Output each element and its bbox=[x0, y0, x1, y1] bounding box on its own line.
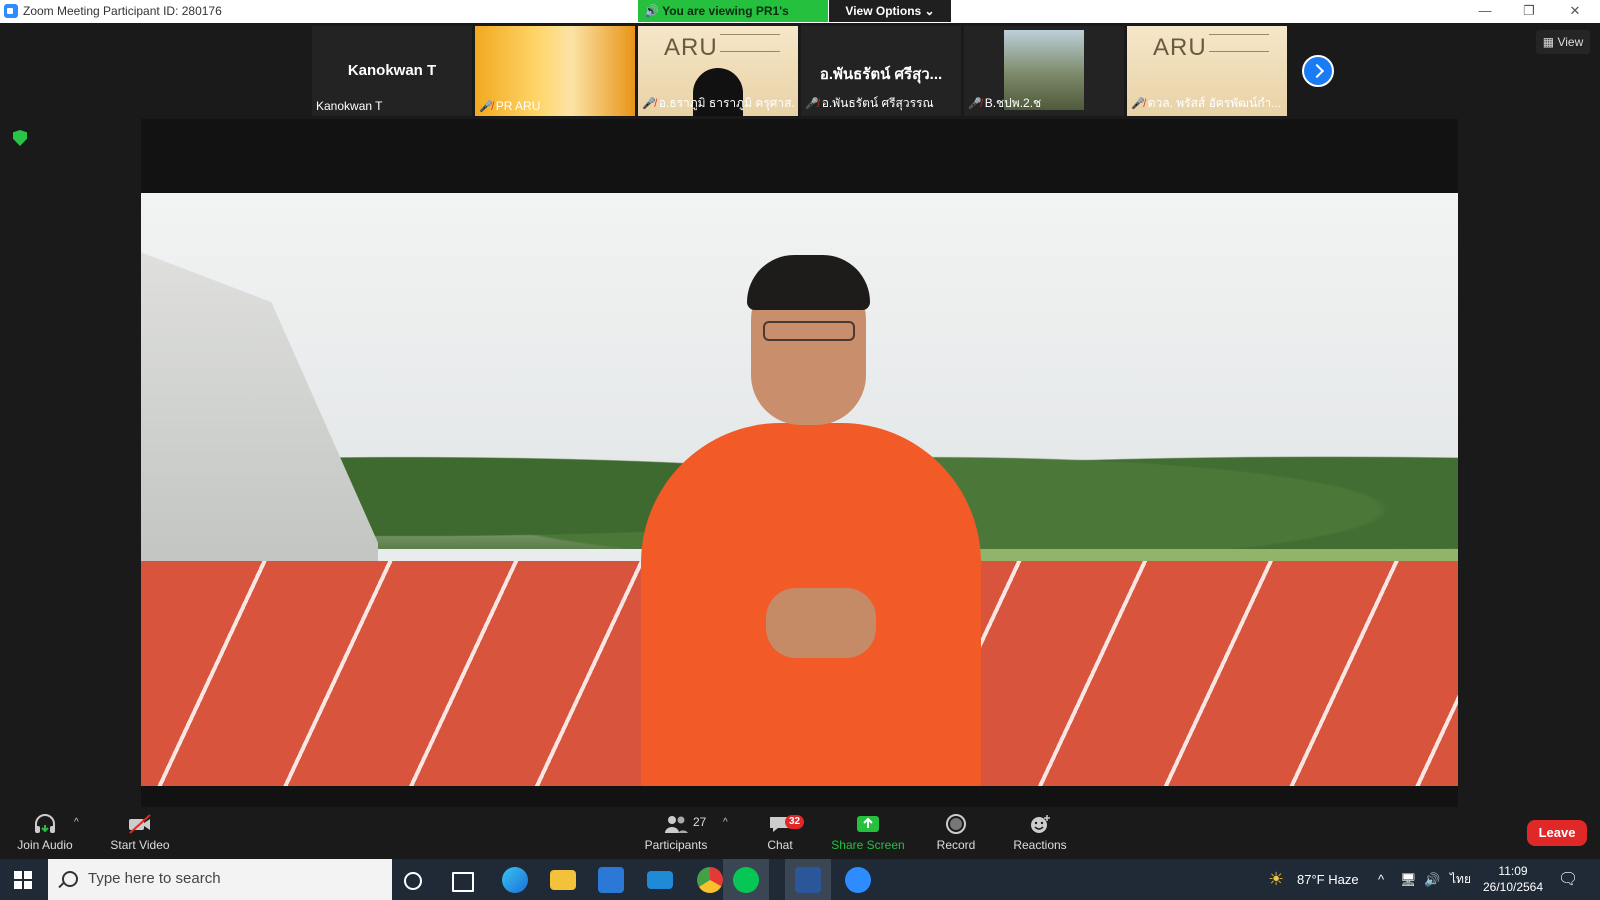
thumbnail-active-speaker[interactable]: ARU 🎤̸ อ.ธราภูมิ ธาราภูมิ ครุศาส... bbox=[638, 26, 798, 116]
participants-icon: 27 bbox=[663, 813, 706, 835]
zoom-app-icon bbox=[4, 4, 18, 18]
chrome-browser-icon[interactable] bbox=[697, 867, 723, 893]
chat-button[interactable]: 32 Chat bbox=[740, 807, 820, 859]
view-layout-button[interactable]: ▦ View bbox=[1536, 30, 1590, 54]
video-presenter-hands bbox=[766, 588, 876, 658]
thumbnail-label: อ.พันธรัตน์ ศรีสุวรรณ bbox=[821, 96, 934, 110]
notifications-icon[interactable]: 🗨 bbox=[1558, 859, 1578, 900]
record-button[interactable]: Record bbox=[916, 807, 996, 859]
shared-video-frame bbox=[141, 193, 1458, 786]
join-audio-label: Join Audio bbox=[17, 838, 73, 852]
window-title: Zoom Meeting Participant ID: 280176 bbox=[23, 4, 222, 18]
close-button[interactable]: ✕ bbox=[1560, 2, 1590, 20]
search-icon bbox=[62, 871, 78, 887]
poster-subtitle-lines bbox=[720, 34, 780, 52]
meeting-toolbar: Join Audio ^ Start Video 27 Participants… bbox=[0, 807, 1600, 859]
thumbnail-kanokwan[interactable]: Kanokwan T Kanokwan T bbox=[312, 26, 472, 116]
search-placeholder: Type here to search bbox=[88, 870, 221, 887]
muted-mic-icon: 🎤̸ bbox=[968, 98, 982, 110]
record-label: Record bbox=[936, 838, 976, 852]
weather-text[interactable]: 87°F Haze bbox=[1297, 859, 1359, 900]
windows-taskbar: Type here to search ☀ 87°F Haze ^ 🖥 🔊 ไท… bbox=[0, 859, 1600, 900]
muted-mic-icon: 🎤̸ bbox=[1131, 98, 1145, 110]
record-icon bbox=[943, 813, 969, 835]
chat-unread-badge: 32 bbox=[785, 815, 805, 829]
thumbnail-label: PR ARU bbox=[495, 99, 541, 113]
participants-count: 27 bbox=[693, 815, 707, 829]
restore-button[interactable]: ❐ bbox=[1514, 2, 1544, 20]
start-video-button[interactable]: Start Video bbox=[100, 807, 180, 859]
taskbar-clock[interactable]: 11:09 26/10/2564 bbox=[1478, 863, 1548, 895]
participants-label: Participants bbox=[644, 838, 708, 852]
reactions-button[interactable]: Reactions bbox=[1000, 807, 1080, 859]
thumbnail-label: ดวล. พรัสส์ อัครพัฒน์กำ... bbox=[1147, 96, 1282, 110]
windows-start-icon[interactable] bbox=[14, 871, 32, 889]
muted-mic-icon: 🎤̸ bbox=[805, 98, 819, 110]
thumbnail-label: Kanokwan T bbox=[316, 99, 383, 113]
muted-mic-icon: 🎤̸ bbox=[479, 101, 493, 113]
smiley-icon bbox=[1027, 813, 1053, 835]
share-screen-icon bbox=[855, 813, 881, 835]
grid-icon: ▦ bbox=[1542, 35, 1558, 49]
start-video-label: Start Video bbox=[110, 838, 170, 852]
weather-sun-icon: ☀ bbox=[1268, 869, 1285, 889]
line-app-icon[interactable] bbox=[733, 867, 759, 893]
network-icon[interactable]: 🖥 bbox=[1400, 859, 1417, 900]
encryption-shield-icon[interactable] bbox=[13, 130, 27, 146]
reactions-label: Reactions bbox=[1013, 838, 1067, 852]
share-screen-button[interactable]: Share Screen bbox=[828, 807, 908, 859]
chat-icon: 32 bbox=[767, 813, 805, 835]
file-explorer-icon[interactable] bbox=[550, 870, 576, 890]
speaker-icon: 🔊 bbox=[644, 4, 659, 18]
participants-options-caret-icon[interactable]: ^ bbox=[723, 817, 728, 828]
thumbnail-center-name: อ.พันธรัตน์ ศรีสุว... bbox=[819, 66, 943, 83]
edge-browser-icon[interactable] bbox=[502, 867, 528, 893]
aru-logo-text: ARU bbox=[1153, 34, 1207, 61]
zoom-taskbar-icon[interactable] bbox=[845, 867, 871, 893]
viewing-screen-banner: 🔊 You are viewing PR1's screen bbox=[638, 0, 828, 40]
taskbar-search-box[interactable]: Type here to search bbox=[48, 859, 392, 900]
tray-chevron-up-icon[interactable]: ^ bbox=[1378, 859, 1384, 900]
participant-thumbnail-strip: Kanokwan T Kanokwan T 🎤̸ PR ARU ARU 🎤̸ อ.ธ… bbox=[312, 26, 1336, 116]
volume-icon[interactable]: 🔊 bbox=[1424, 859, 1440, 900]
thumbnail-soldier[interactable]: 🎤̸ B.ชปพ.2.ช bbox=[964, 26, 1124, 116]
chat-label: Chat bbox=[767, 838, 793, 852]
minimize-button[interactable]: — bbox=[1470, 2, 1500, 20]
aru-logo-text: ARU bbox=[664, 34, 718, 61]
join-audio-button[interactable]: Join Audio bbox=[8, 807, 82, 859]
input-language[interactable]: ไทย bbox=[1450, 859, 1471, 900]
task-view-icon[interactable] bbox=[452, 872, 474, 892]
cortana-icon[interactable] bbox=[404, 872, 422, 890]
poster-subtitle-lines bbox=[1209, 34, 1269, 52]
video-presenter-glasses bbox=[763, 321, 855, 341]
mail-icon[interactable] bbox=[647, 871, 673, 889]
thumbnail-label: อ.ธราภูมิ ธาราภูมิ ครุศาส... bbox=[658, 96, 794, 110]
audio-options-caret-icon[interactable]: ^ bbox=[74, 817, 79, 828]
muted-mic-icon: 🎤̸ bbox=[642, 98, 656, 110]
leave-meeting-button[interactable]: Leave bbox=[1527, 820, 1587, 846]
share-screen-label: Share Screen bbox=[831, 838, 905, 852]
view-options-button[interactable]: View Options ⌄ bbox=[829, 0, 951, 22]
thumbnail-center-name: Kanokwan T bbox=[347, 62, 437, 79]
next-page-chevron-icon[interactable] bbox=[1302, 55, 1334, 87]
thumbnail-pr-aru[interactable]: 🎤̸ PR ARU bbox=[475, 26, 635, 116]
word-app-icon[interactable] bbox=[795, 867, 821, 893]
headphones-icon bbox=[32, 813, 58, 835]
participants-button[interactable]: 27 Participants bbox=[636, 807, 716, 859]
thumbnail-phanrat[interactable]: อ.พันธรัตน์ ศรีสุว... 🎤̸ อ.พันธรัตน์ ศรีส… bbox=[801, 26, 961, 116]
store-icon[interactable] bbox=[598, 867, 624, 893]
clock-date: 26/10/2564 bbox=[1482, 880, 1544, 894]
thumbnail-aru-poster[interactable]: ARU 🎤̸ ดวล. พรัสส์ อัครพัฒน์กำ... bbox=[1127, 26, 1287, 116]
view-layout-label: View bbox=[1557, 35, 1584, 49]
video-off-icon bbox=[127, 813, 153, 835]
thumbnail-label: B.ชปพ.2.ช bbox=[984, 96, 1042, 110]
clock-time: 11:09 bbox=[1498, 864, 1528, 878]
